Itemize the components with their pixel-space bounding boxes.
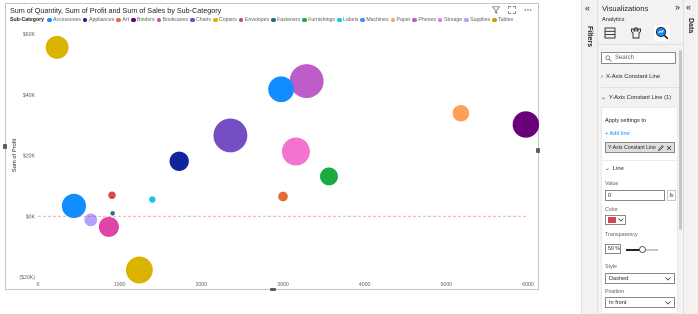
format-visual-icon[interactable]: [628, 25, 644, 41]
bubble-storage: [281, 137, 310, 166]
search-input[interactable]: Search: [601, 52, 676, 64]
y-axis-constant-line-section[interactable]: ⌄ Y-Axis Constant Line (1): [601, 95, 671, 101]
visualizations-title: Visualizations: [602, 4, 649, 13]
resize-handle-bottom[interactable]: [270, 288, 276, 291]
x-axis-constant-line-section[interactable]: › X-Axis Constant Line: [601, 74, 660, 80]
pane-scrollbar[interactable]: [679, 50, 682, 230]
bubble-furnishings: [320, 167, 338, 186]
slider-thumb[interactable]: [638, 246, 646, 253]
color-label: Color: [605, 207, 618, 213]
expand-filters-icon[interactable]: «: [585, 3, 590, 13]
constant-line-chip[interactable]: Y-Axis Constant Line: [605, 142, 675, 153]
transparency-slider[interactable]: [626, 246, 658, 253]
y-axis-title: Sum of Profit: [12, 138, 18, 172]
x-axis-constant-line-label: X-Axis Constant Line: [605, 74, 661, 80]
bubble-envelopes: [108, 191, 116, 200]
x-tick-label: 4000: [359, 282, 371, 288]
analytics-label: Analytics: [602, 17, 625, 23]
filters-pane[interactable]: « Filters: [581, 0, 598, 314]
y-tick-label: $0K: [26, 214, 36, 220]
section-divider: [601, 87, 679, 88]
bubble-labels: [149, 196, 156, 203]
x-tick-label: 1000: [114, 282, 126, 288]
bubble-accessories: [268, 76, 294, 102]
style-label: Style: [605, 264, 617, 270]
conditional-format-button[interactable]: fx: [667, 190, 676, 201]
line-subsection-header[interactable]: ⌄ Line: [605, 166, 624, 172]
x-tick-label: 5000: [441, 282, 453, 288]
apply-settings-label: Apply settings to: [605, 118, 647, 124]
transparency-input[interactable]: 50 %: [605, 244, 621, 254]
bubble-phones: [289, 64, 324, 99]
pane-tabs: [602, 25, 670, 41]
build-visual-icon[interactable]: [602, 25, 618, 41]
data-label: Data: [687, 18, 694, 34]
bubble-chairs: [213, 118, 248, 153]
search-placeholder: Search: [615, 55, 635, 61]
chevron-down-icon: [665, 276, 671, 280]
bubble-tables: [125, 256, 153, 284]
style-dropdown[interactable]: Dashed: [605, 273, 675, 284]
bubble-art: [278, 191, 288, 202]
y-tick-label: $60K: [23, 32, 36, 38]
report-canvas: Sum of Quantity, Sum of Profit and Sum o…: [0, 0, 581, 314]
scatter-plot: ($20K) $0K $20K $40K $60K 0 1000 2000 3000 4000 50…: [12, 32, 540, 288]
x-tick-label: 0: [37, 282, 40, 288]
card-divider: [602, 160, 679, 161]
bubble-accessories: [61, 193, 87, 219]
scatter-chart-visual[interactable]: Sum of Quantity, Sum of Profit and Sum o…: [5, 3, 540, 290]
add-line-button[interactable]: + Add line: [605, 131, 630, 137]
x-tick-label: 2000: [196, 282, 208, 288]
transparency-label: Transparency: [605, 232, 638, 238]
analytics-icon[interactable]: [654, 25, 670, 41]
filters-label: Filters: [586, 26, 593, 48]
y-tick-label: $20K: [23, 154, 36, 160]
y-axis-constant-line-label: Y-Axis Constant Line (1): [608, 95, 672, 101]
style-value: Dashed: [609, 275, 629, 282]
chevron-right-icon: ›: [601, 74, 603, 80]
pane-divider: [598, 44, 684, 45]
x-tick-label: 6000: [522, 282, 534, 288]
chevron-down-icon: [665, 300, 671, 304]
color-swatch: [608, 217, 616, 223]
constant-line-chip-label: Y-Axis Constant Line: [608, 144, 656, 151]
color-picker[interactable]: [605, 215, 626, 225]
position-label: Position: [605, 289, 625, 295]
bubble-binders: [512, 111, 540, 138]
constant-line-settings-card: Apply settings to + Add line Y-Axis Cons…: [601, 107, 679, 314]
position-dropdown[interactable]: In front: [605, 297, 675, 308]
close-icon[interactable]: [666, 145, 672, 151]
edit-icon[interactable]: [657, 144, 664, 151]
line-header-label: Line: [612, 166, 624, 172]
bubble-paper: [452, 105, 470, 122]
y-tick-label: ($20K): [19, 275, 35, 281]
visualizations-pane: Visualizations » Analytics Search › X-Ax…: [598, 0, 684, 314]
bubble-bookcases: [98, 216, 119, 237]
chevron-down-icon: ⌄: [601, 95, 606, 101]
position-value: In front: [609, 299, 627, 306]
chevron-down-icon: ⌄: [605, 166, 610, 172]
bubble-appliances: [169, 151, 189, 171]
data-pane[interactable]: « Data: [684, 0, 698, 314]
resize-handle-right[interactable]: [536, 148, 540, 153]
expand-data-icon[interactable]: «: [686, 2, 691, 12]
resize-handle-left[interactable]: [3, 144, 7, 149]
value-label: Value: [605, 181, 619, 187]
search-icon: [605, 54, 612, 62]
bubble-fasteners: [110, 211, 115, 216]
bubble-copiers: [45, 35, 69, 59]
x-tick-label: 3000: [277, 282, 289, 288]
chevron-down-icon: [618, 218, 624, 222]
collapse-pane-icon[interactable]: »: [675, 2, 680, 12]
value-input[interactable]: 0: [605, 190, 665, 201]
y-tick-label: $40K: [23, 93, 36, 99]
bubble-supplies: [84, 213, 98, 227]
